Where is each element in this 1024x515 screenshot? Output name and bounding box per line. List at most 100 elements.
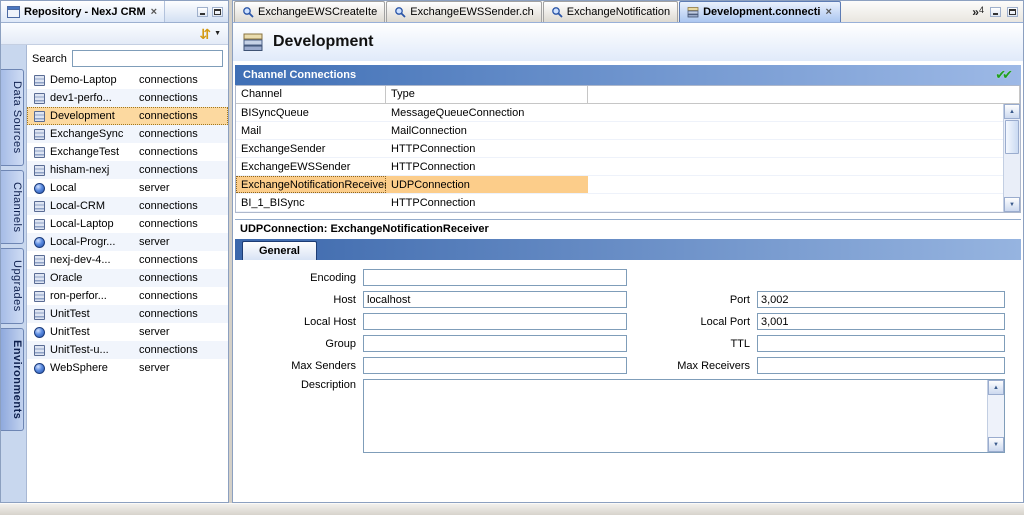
max-receivers-input[interactable] (757, 357, 1005, 374)
encoding-input[interactable] (363, 269, 627, 286)
group-input[interactable] (363, 335, 627, 352)
list-item[interactable]: ExchangeTestconnections (27, 143, 228, 161)
repository-side-tabs: Data Sources Channels Upgrades Environme… (1, 45, 27, 502)
server-icon (34, 183, 45, 194)
connections-icon (34, 291, 45, 302)
server-icon (34, 363, 45, 374)
repository-view: Repository - NexJ CRM × ⇵ ▼ Data Sources… (0, 0, 229, 503)
editor-tab-exchangenotification[interactable]: ExchangeNotification (543, 1, 678, 22)
column-header-type[interactable]: Type (386, 86, 588, 103)
environments-list: Demo-Laptopconnections dev1-perfo...conn… (27, 71, 228, 502)
toolbar-dropdown-icon[interactable]: ▼ (214, 30, 221, 37)
list-item[interactable]: dev1-perfo...connections (27, 89, 228, 107)
editor-tab-exchangeewssender[interactable]: ExchangeEWSSender.ch (386, 1, 542, 22)
connections-icon (34, 129, 45, 140)
more-tabs-chevron[interactable]: » 4 (972, 6, 984, 18)
repository-toolbar: ⇵ ▼ (1, 23, 228, 45)
side-tab-data-sources[interactable]: Data Sources (1, 69, 24, 166)
editor-content: Development Channel Connections ✔✔ Chann… (233, 23, 1023, 502)
table-row[interactable]: BI_1_BISyncHTTPConnection (236, 194, 1003, 212)
repository-view-title: Repository - NexJ CRM (24, 6, 146, 18)
connections-icon (34, 219, 45, 230)
local-host-label: Local Host (263, 316, 363, 328)
table-row[interactable]: MailMailConnection (236, 122, 1003, 140)
ttl-input[interactable] (757, 335, 1005, 352)
description-input[interactable]: ▲ ▼ (363, 379, 1005, 453)
validate-check-icon[interactable]: ✔✔ (995, 67, 1013, 83)
local-port-input[interactable] (757, 313, 1005, 330)
list-item[interactable]: ron-perfor...connections (27, 287, 228, 305)
connections-icon (34, 147, 45, 158)
connection-detail-title: UDPConnection: ExchangeNotificationRecei… (235, 219, 1021, 237)
minimize-editor-icon[interactable] (990, 7, 1001, 17)
list-item[interactable]: Local-Laptopconnections (27, 215, 228, 233)
max-senders-input[interactable] (363, 357, 627, 374)
detail-tabbar: General (235, 239, 1021, 260)
tab-general[interactable]: General (242, 241, 317, 260)
channel-connections-table: Channel Type BISyncQueueMessageQueueConn… (235, 85, 1021, 213)
side-tab-upgrades[interactable]: Upgrades (1, 248, 24, 324)
connections-icon (34, 345, 45, 356)
list-item[interactable]: UnitTestserver (27, 323, 228, 341)
connections-icon (34, 93, 45, 104)
host-input[interactable] (363, 291, 627, 308)
list-item[interactable]: Demo-Laptopconnections (27, 71, 228, 89)
list-item[interactable]: Localserver (27, 179, 228, 197)
scroll-down-icon[interactable]: ▼ (988, 437, 1004, 452)
server-icon (34, 327, 45, 338)
list-item[interactable]: Local-CRMconnections (27, 197, 228, 215)
scrollbar-thumb[interactable] (1005, 120, 1019, 154)
connections-icon (34, 75, 45, 86)
scroll-down-icon[interactable]: ▼ (1004, 197, 1020, 212)
view-window-buttons (197, 7, 228, 17)
maximize-view-icon[interactable] (212, 7, 223, 17)
search-row: Search (27, 45, 228, 71)
table-rows: BISyncQueueMessageQueueConnection MailMa… (236, 104, 1020, 212)
description-scrollbar[interactable]: ▲ ▼ (987, 380, 1004, 452)
max-receivers-label: Max Receivers (647, 360, 757, 372)
sync-icon[interactable]: ⇵ (199, 27, 211, 41)
close-tab-icon[interactable]: × (824, 6, 832, 18)
editor-tab-development-active[interactable]: Development.connecti × (679, 1, 841, 22)
connections-icon (34, 111, 45, 122)
column-header-channel[interactable]: Channel (236, 86, 386, 103)
list-item[interactable]: hisham-nexjconnections (27, 161, 228, 179)
list-item[interactable]: ExchangeSyncconnections (27, 125, 228, 143)
table-row[interactable]: BISyncQueueMessageQueueConnection (236, 104, 1003, 122)
page-title: Development (273, 33, 373, 51)
local-host-input[interactable] (363, 313, 627, 330)
group-label: Group (263, 338, 363, 350)
list-item[interactable]: UnitTest-u...connections (27, 341, 228, 359)
scroll-up-icon[interactable]: ▲ (988, 380, 1004, 395)
repository-view-tab[interactable]: Repository - NexJ CRM × (1, 1, 165, 22)
list-item-selected[interactable]: Developmentconnections (27, 107, 228, 125)
list-item[interactable]: UnitTestconnections (27, 305, 228, 323)
list-item[interactable]: Oracleconnections (27, 269, 228, 287)
connections-icon (34, 201, 45, 212)
list-item[interactable]: Local-Progr...server (27, 233, 228, 251)
channel-icon (242, 6, 254, 18)
general-form: Encoding Host Port Local Host Local Port (233, 260, 1023, 502)
port-input[interactable] (757, 291, 1005, 308)
close-view-icon[interactable]: × (150, 6, 158, 18)
side-tab-channels[interactable]: Channels (1, 170, 24, 244)
list-item[interactable]: nexj-dev-4...connections (27, 251, 228, 269)
search-input[interactable] (72, 50, 223, 67)
environment-icon (242, 31, 264, 53)
status-bar (0, 503, 1024, 515)
scroll-up-icon[interactable]: ▲ (1004, 104, 1020, 119)
table-header: Channel Type (236, 86, 1020, 104)
list-item[interactable]: WebSphereserver (27, 359, 228, 377)
table-row[interactable]: ExchangeSenderHTTPConnection (236, 140, 1003, 158)
editor-tabbar: ExchangeEWSCreateIte ExchangeEWSSender.c… (233, 1, 1023, 23)
local-port-label: Local Port (647, 316, 757, 328)
maximize-editor-icon[interactable] (1007, 7, 1018, 17)
table-row-selected[interactable]: ExchangeNotificationReceiverUDPConnectio… (236, 176, 1003, 194)
tabbar-controls: » 4 (972, 6, 1023, 22)
table-scrollbar[interactable]: ▲ ▼ (1003, 104, 1020, 212)
editor-tab-exchangeewscreateite[interactable]: ExchangeEWSCreateIte (234, 1, 385, 22)
max-senders-label: Max Senders (263, 360, 363, 372)
table-row[interactable]: ExchangeEWSSenderHTTPConnection (236, 158, 1003, 176)
minimize-view-icon[interactable] (197, 7, 208, 17)
side-tab-environments[interactable]: Environments (1, 328, 24, 431)
